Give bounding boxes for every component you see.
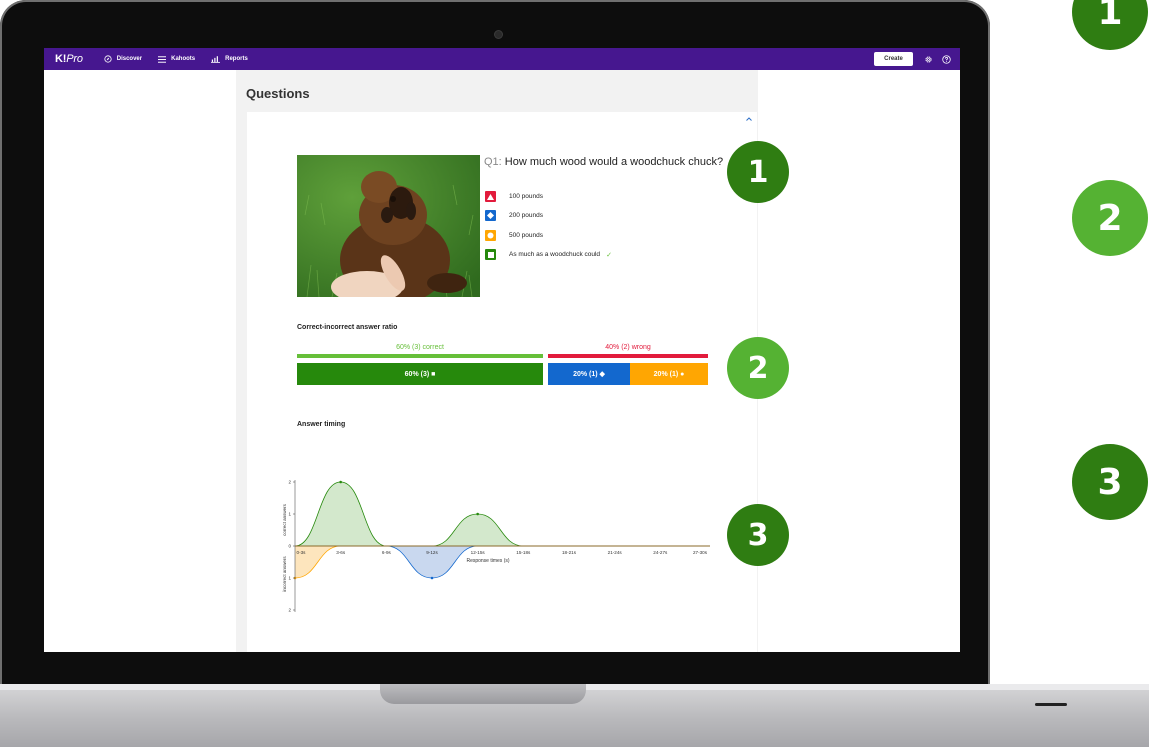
nav-item-kahoots[interactable]: Kahoots [158, 55, 196, 63]
wrong-ratio-line [548, 354, 708, 358]
answer-row: 100 pounds [485, 191, 543, 202]
x-tick-label: 27-30s [693, 550, 708, 555]
x-tick-label: 6-9s [382, 550, 392, 555]
answer-label: 500 pounds [509, 232, 543, 239]
x-tick-label: 15-18s [516, 550, 531, 555]
x-tick-label: 24-27s [653, 550, 668, 555]
series-area [295, 482, 706, 546]
y-axis-title-top: correct answers [282, 503, 287, 536]
side-badge-2: 2 [1072, 180, 1148, 256]
side-badge-3: 3 [1072, 444, 1148, 520]
answer-timing-chart: 2 1 0 1 2 0-3s 3-6s 6-9s 9-12s 12-15s 15-18s 18-21s… [282, 480, 710, 613]
top-nav: K!Pro Discover Kahoots Reports Create [44, 48, 960, 70]
x-axis-title: Response times (s) [466, 558, 509, 564]
timing-title: Answer timing [297, 421, 346, 428]
answer-label: 200 pounds [509, 212, 543, 219]
answer-row: 200 pounds [485, 210, 543, 221]
laptop-port [1035, 703, 1067, 706]
diamond-icon [485, 210, 496, 221]
ratio-title: Correct-incorrect answer ratio [297, 324, 398, 331]
answer-row: 500 pounds [485, 230, 543, 241]
blue-segment-bar: 20% (1) ◆ [548, 363, 630, 385]
logo-sub: Pro [66, 53, 83, 65]
question-number: Q1: [484, 156, 502, 168]
help-icon[interactable] [942, 54, 951, 64]
nav-label-kahoots: Kahoots [171, 56, 196, 62]
badge-3: 3 [727, 504, 789, 566]
correct-segment-bar: 60% (3) ■ [297, 363, 543, 385]
y-tick-label: 2 [288, 608, 291, 613]
orange-segment-bar: 20% (1) ● [630, 363, 708, 385]
nav-actions: Create [874, 52, 960, 66]
logo-main: K! [55, 53, 67, 65]
circle-icon [485, 230, 496, 241]
answer-label: 100 pounds [509, 193, 543, 200]
woodchuck-photo [297, 155, 480, 297]
y-tick-label: 0 [288, 544, 291, 549]
x-tick-label: 18-21s [562, 550, 577, 555]
camera-icon [494, 30, 503, 39]
y-tick-label: 2 [288, 480, 291, 485]
x-tick-label: 3-6s [336, 550, 346, 555]
y-axis-title-bottom: incorrect answers [282, 556, 287, 592]
correct-ratio-line [297, 354, 543, 358]
wrong-ratio-label: 40% (2) wrong [605, 344, 651, 351]
data-point [339, 480, 342, 484]
bar-chart-icon [211, 55, 221, 63]
check-icon: ✓ [606, 251, 612, 259]
question-text: How much wood would a woodchuck chuck? [504, 156, 724, 168]
x-tick-label: 0-3s [297, 550, 307, 555]
x-tick-label: 9-12s [426, 550, 438, 555]
x-tick-label: 21-24s [608, 550, 623, 555]
y-tick-label: 1 [288, 576, 291, 581]
create-button[interactable]: Create [874, 52, 913, 66]
gear-icon[interactable] [924, 55, 933, 64]
list-icon [158, 55, 167, 63]
correct-ratio-label: 60% (3) correct [396, 344, 444, 351]
badge-1: 1 [727, 141, 789, 203]
y-tick-label: 1 [288, 512, 291, 517]
answer-label: As much as a woodchuck could [509, 251, 601, 258]
laptop-notch [380, 684, 586, 704]
kahoot-pro-logo[interactable]: K!Pro [55, 53, 83, 65]
data-point [430, 576, 434, 580]
chevron-up-icon[interactable] [746, 114, 752, 123]
data-point [476, 512, 479, 516]
nav-label-discover: Discover [116, 56, 143, 62]
screen: K!Pro Discover Kahoots Reports Create Qu… [44, 48, 960, 652]
side-badge-1: 1 [1072, 0, 1148, 50]
compass-icon [104, 55, 112, 63]
nav-label-reports: Reports [225, 56, 248, 62]
square-icon [485, 249, 496, 260]
triangle-icon [485, 191, 496, 202]
badge-2: 2 [727, 337, 789, 399]
nav-item-discover[interactable]: Discover [104, 55, 142, 63]
question-title: Q1: How much wood would a woodchuck chuc… [484, 156, 734, 168]
answer-row: As much as a woodchuck could ✓ [485, 249, 612, 260]
nav-item-reports[interactable]: Reports [211, 55, 248, 63]
page-title: Questions [246, 86, 310, 101]
x-tick-label: 12-15s [471, 550, 486, 555]
